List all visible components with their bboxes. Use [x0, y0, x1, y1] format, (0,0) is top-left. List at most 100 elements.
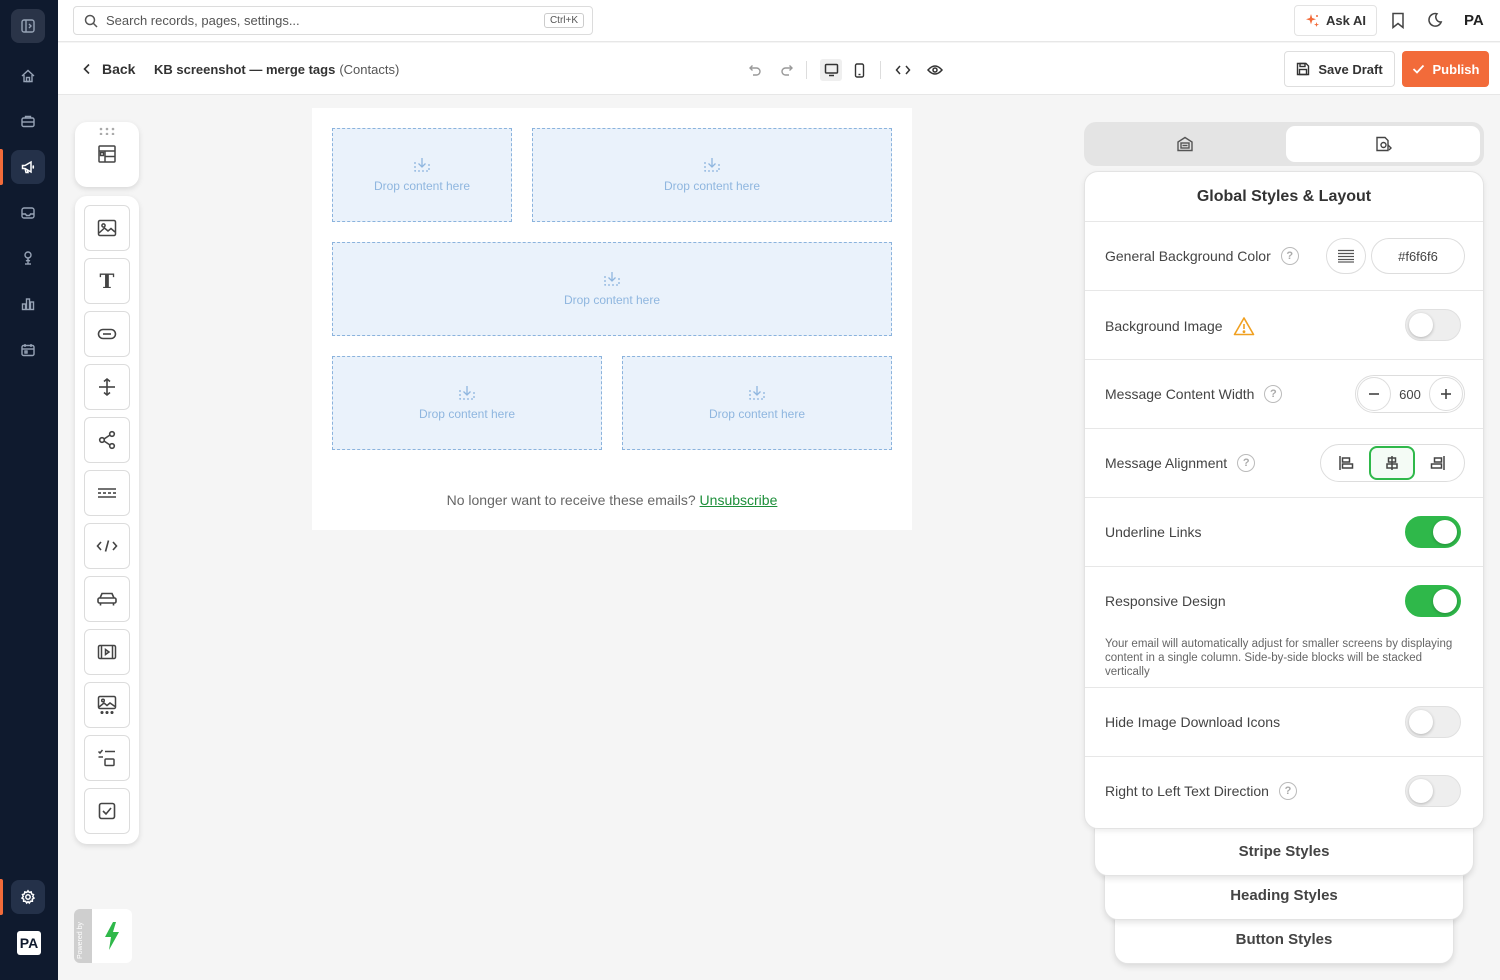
html-block-icon[interactable]: [84, 523, 130, 569]
decrement-button[interactable]: [1357, 377, 1391, 411]
content-width-label: Message Content Width: [1105, 386, 1255, 402]
drop-icon: [603, 271, 621, 287]
home-icon[interactable]: [11, 59, 45, 93]
tree-icon[interactable]: [11, 241, 45, 275]
settings-tabs: [1084, 122, 1484, 166]
row-underline-links: Underline Links: [1085, 498, 1483, 567]
drag-handle-icon[interactable]: [99, 127, 115, 135]
drop-zone[interactable]: Drop content here: [332, 128, 512, 222]
drop-zone[interactable]: Drop content here: [332, 242, 892, 336]
mobile-preview-icon[interactable]: [848, 59, 870, 81]
layout-grid-icon[interactable]: [97, 144, 117, 164]
help-icon[interactable]: ?: [1280, 247, 1299, 265]
save-icon: [1296, 62, 1310, 76]
help-icon[interactable]: ?: [1237, 454, 1256, 472]
drop-label: Drop content here: [373, 179, 471, 193]
warning-icon[interactable]: [1233, 316, 1255, 336]
brand-logo-icon: [92, 909, 132, 963]
inbox-icon[interactable]: [11, 196, 45, 230]
help-icon[interactable]: ?: [1278, 782, 1297, 800]
drop-zone[interactable]: Drop content here: [332, 356, 602, 450]
underline-links-toggle[interactable]: [1405, 516, 1461, 548]
briefcase-icon[interactable]: [11, 104, 45, 138]
tab-global-styles[interactable]: [1286, 126, 1480, 162]
drop-icon: [703, 157, 721, 173]
responsive-description: Your email will automatically adjust for…: [1105, 638, 1453, 678]
align-center-button[interactable]: [1369, 446, 1415, 480]
product-block-icon[interactable]: [84, 576, 130, 622]
calendar-icon[interactable]: [11, 333, 45, 367]
layouts-panel: [75, 122, 139, 187]
user-avatar[interactable]: PA: [1464, 12, 1484, 29]
row-label: Message Content Width ?: [1105, 385, 1283, 403]
divider-block-icon[interactable]: [84, 364, 130, 410]
nav-avatar[interactable]: PA: [17, 931, 41, 955]
search-input[interactable]: Search records, pages, settings...: [106, 13, 544, 28]
drop-label: Drop content here: [563, 293, 661, 307]
image-gallery-block-icon[interactable]: [84, 682, 130, 728]
document-context: (Contacts): [339, 62, 400, 77]
back-button[interactable]: Back: [82, 61, 135, 77]
hide-download-toggle[interactable]: [1405, 706, 1461, 738]
content-width-value[interactable]: 600: [1392, 387, 1428, 402]
drop-zone[interactable]: Drop content here: [622, 356, 892, 450]
settings-nav-indicator: [0, 879, 3, 915]
code-view-icon[interactable]: [892, 59, 914, 81]
hide-download-label: Hide Image Download Icons: [1105, 714, 1281, 730]
toggle-sidebar-icon[interactable]: [11, 9, 45, 43]
help-icon[interactable]: ?: [1264, 385, 1283, 403]
publish-label: Publish: [1432, 61, 1480, 77]
content-width-stepper: 600: [1355, 375, 1465, 413]
button-block-icon[interactable]: [84, 311, 130, 357]
ask-ai-button[interactable]: Ask AI: [1294, 5, 1377, 36]
publish-button[interactable]: Publish: [1402, 51, 1489, 87]
bg-image-toggle[interactable]: [1405, 309, 1461, 341]
save-draft-button[interactable]: Save Draft: [1284, 51, 1395, 87]
search-shortcut-badge: Ctrl+K: [543, 13, 584, 28]
responsive-toggle[interactable]: [1405, 585, 1461, 617]
row-label: Message Alignment ?: [1105, 454, 1256, 472]
section-title: Heading Styles: [1230, 887, 1338, 904]
video-block-icon[interactable]: [84, 629, 130, 675]
row-hide-download-icons: Hide Image Download Icons: [1085, 688, 1483, 757]
unsubscribe-footer: No longer want to receive these emails? …: [312, 492, 912, 508]
gear-icon[interactable]: [11, 880, 45, 914]
rtl-toggle[interactable]: [1405, 775, 1461, 807]
increment-button[interactable]: [1429, 377, 1463, 411]
section-stripe-styles[interactable]: Stripe Styles: [1094, 826, 1474, 876]
powered-by-badge[interactable]: Powered by: [74, 909, 132, 963]
bar-chart-icon[interactable]: [11, 287, 45, 321]
desktop-preview-icon[interactable]: [820, 59, 842, 81]
document-title: KB screenshot — merge tags (Contacts): [154, 62, 399, 77]
row-bg-color: General Background Color ? #f6f6f6: [1085, 222, 1483, 291]
alignment-segmented-control: [1320, 444, 1465, 482]
spacer-block-icon[interactable]: [84, 470, 130, 516]
global-search[interactable]: Search records, pages, settings... Ctrl+…: [73, 6, 593, 35]
tab-content-settings[interactable]: [1088, 126, 1282, 162]
bg-color-label: General Background Color: [1105, 248, 1271, 264]
preview-eye-icon[interactable]: [924, 59, 946, 81]
image-block-icon[interactable]: [84, 205, 130, 251]
bookmark-icon[interactable]: [1391, 12, 1405, 29]
align-right-button[interactable]: [1415, 446, 1461, 480]
megaphone-icon[interactable]: [11, 150, 45, 184]
row-rtl: Right to Left Text Direction ?: [1085, 757, 1483, 826]
checkbox-block-icon[interactable]: [84, 788, 130, 834]
redo-icon[interactable]: [776, 59, 798, 81]
align-left-button[interactable]: [1323, 446, 1369, 480]
text-block-icon[interactable]: T: [84, 258, 130, 304]
back-label: Back: [102, 61, 136, 77]
bg-color-hex-input[interactable]: #f6f6f6: [1371, 238, 1465, 274]
drop-zone[interactable]: Drop content here: [532, 128, 892, 222]
toolbar-divider: [880, 61, 881, 79]
alignment-label: Message Alignment: [1105, 455, 1228, 471]
unsubscribe-link[interactable]: Unsubscribe: [700, 492, 778, 508]
social-block-icon[interactable]: [84, 417, 130, 463]
list-block-icon[interactable]: [84, 735, 130, 781]
toolbar-divider: [806, 61, 807, 79]
dark-mode-icon[interactable]: [1427, 12, 1443, 28]
undo-icon[interactable]: [744, 59, 766, 81]
underline-links-label: Underline Links: [1105, 524, 1202, 540]
color-swatch-button[interactable]: [1326, 238, 1366, 274]
content-blocks-panel: T: [75, 196, 139, 844]
